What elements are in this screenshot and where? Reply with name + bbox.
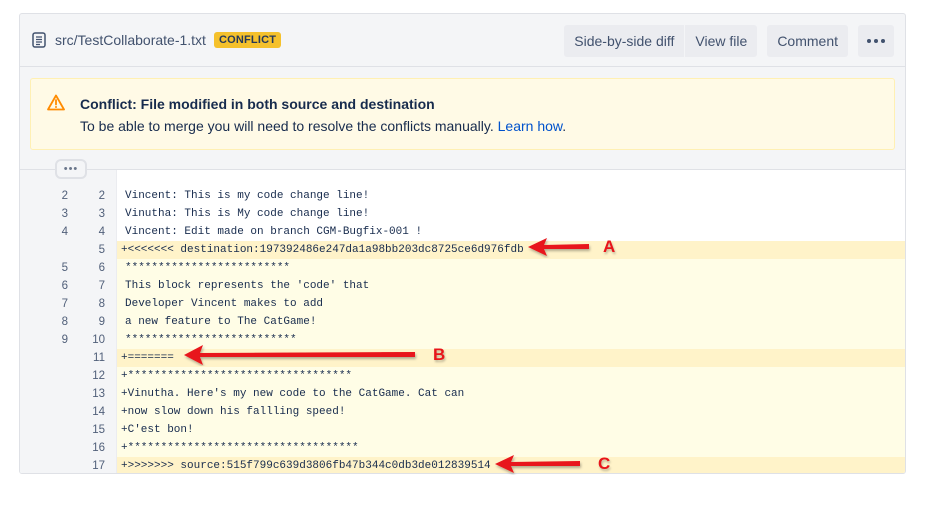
line-content: Developer Vincent makes to add	[117, 295, 905, 313]
new-line-number[interactable]: 17	[68, 460, 105, 472]
line-content: +***********************************	[117, 439, 905, 457]
more-options-icon	[867, 39, 885, 43]
new-line-number[interactable]: 2	[68, 190, 105, 202]
line-content: Vinutha: This is My code change line!	[125, 208, 370, 220]
diff-line[interactable]: 16 +***********************************	[20, 439, 905, 457]
file-diff-card: src/TestCollaborate-1.txt CONFLICT Side-…	[19, 13, 906, 474]
old-line-number[interactable]: 7	[20, 298, 68, 310]
new-line-number[interactable]: 4	[68, 226, 105, 238]
line-content: +>>>>>>> source:515f799c639d3806fb47b344…	[117, 457, 905, 473]
diff-view: 2 2 Vincent: This is my code change line! 3…	[20, 169, 905, 473]
diff-line[interactable]: 6 7 This block represents the 'code' that	[20, 277, 905, 295]
banner-message: To be able to merge you will need to res…	[80, 118, 494, 134]
old-line-number[interactable]: 2	[20, 190, 68, 202]
banner-period: .	[562, 118, 567, 134]
new-line-number[interactable]: 5	[68, 244, 105, 256]
diff-line[interactable]: 13 +Vinutha. Here's my new code to the Ca…	[20, 385, 905, 403]
line-content: Vincent: Edit made on branch CGM-Bugfix-…	[125, 226, 423, 238]
diff-line[interactable]: 15 +C'est bon!	[20, 421, 905, 439]
old-line-number[interactable]: 5	[20, 262, 68, 274]
line-content: This block represents the 'code' that	[117, 277, 905, 295]
line-content: a new feature to The CatGame!	[117, 313, 905, 331]
diff-line[interactable]: 12 +**********************************	[20, 367, 905, 385]
new-line-number[interactable]: 11	[68, 352, 105, 364]
view-mode-group: Side-by-side diff View file	[564, 25, 758, 57]
diff-line[interactable]: 5 6 *************************	[20, 259, 905, 277]
line-content: *************************	[117, 259, 905, 277]
new-line-number[interactable]: 12	[68, 370, 105, 382]
new-line-number[interactable]: 15	[68, 424, 105, 436]
conflict-badge: CONFLICT	[213, 32, 282, 48]
line-content: +Vinutha. Here's my new code to the CatG…	[117, 385, 905, 403]
old-line-number[interactable]: 6	[20, 280, 68, 292]
new-line-number[interactable]: 10	[68, 334, 105, 346]
new-line-number[interactable]: 13	[68, 388, 105, 400]
new-line-number[interactable]: 7	[68, 280, 105, 292]
new-line-number[interactable]: 9	[68, 316, 105, 328]
file-header: src/TestCollaborate-1.txt CONFLICT Side-…	[20, 14, 905, 67]
diff-line[interactable]: 2 2 Vincent: This is my code change line!	[20, 187, 905, 205]
line-content: +now slow down his fallling speed!	[117, 403, 905, 421]
view-file-button[interactable]: View file	[684, 25, 758, 57]
file-text-icon	[32, 32, 46, 48]
banner-title: Conflict: File modified in both source a…	[80, 96, 435, 112]
old-line-number[interactable]: 8	[20, 316, 68, 328]
warning-icon	[47, 94, 65, 111]
diff-line[interactable]: 5 +<<<<<<< destination:197392486e247da1a9…	[20, 241, 905, 259]
expand-context-icon: •••	[63, 163, 79, 175]
diff-line[interactable]: 17 +>>>>>>> source:515f799c639d3806fb47b3…	[20, 457, 905, 473]
diff-line[interactable]: 4 4 Vincent: Edit made on branch CGM-Bugfi…	[20, 223, 905, 241]
old-line-number[interactable]: 3	[20, 208, 68, 220]
expand-context-button[interactable]: •••	[55, 159, 87, 179]
diff-line[interactable]: 89 a new feature to The CatGame!	[20, 313, 905, 331]
side-by-side-diff-button[interactable]: Side-by-side diff	[564, 25, 685, 57]
new-line-number[interactable]: 3	[68, 208, 105, 220]
line-content: +=======	[117, 349, 905, 367]
new-line-number[interactable]: 8	[68, 298, 105, 310]
diff-lines: 2 2 Vincent: This is my code change line! 3…	[20, 187, 905, 473]
diff-line[interactable]: 14 +now slow down his fallling speed!	[20, 403, 905, 421]
line-content: **************************	[117, 331, 905, 349]
conflict-warning-banner: Conflict: File modified in both source a…	[30, 78, 895, 150]
new-line-number[interactable]: 14	[68, 406, 105, 418]
diff-line[interactable]: 3 3 Vinutha: This is My code change line!	[20, 205, 905, 223]
banner-text: To be able to merge you will need to res…	[80, 118, 566, 134]
line-content: +**********************************	[117, 367, 905, 385]
old-line-number[interactable]: 4	[20, 226, 68, 238]
line-content: +<<<<<<< destination:197392486e247da1a98…	[117, 241, 905, 259]
new-line-number[interactable]: 6	[68, 262, 105, 274]
header-actions: Side-by-side diff View file Comment	[564, 25, 894, 57]
line-content: Vincent: This is my code change line!	[125, 190, 370, 202]
diff-line[interactable]: 7 8 Developer Vincent makes to add	[20, 295, 905, 313]
learn-how-link[interactable]: Learn how	[498, 118, 563, 134]
file-path[interactable]: src/TestCollaborate-1.txt	[55, 32, 206, 48]
diff-line[interactable]: 11 +=======	[20, 349, 905, 367]
new-line-number[interactable]: 16	[68, 442, 105, 454]
diff-line[interactable]: 9 10 **************************	[20, 331, 905, 349]
more-options-button[interactable]	[858, 25, 894, 57]
comment-button[interactable]: Comment	[767, 25, 848, 57]
line-content: +C'est bon!	[117, 421, 905, 439]
old-line-number[interactable]: 9	[20, 334, 68, 346]
